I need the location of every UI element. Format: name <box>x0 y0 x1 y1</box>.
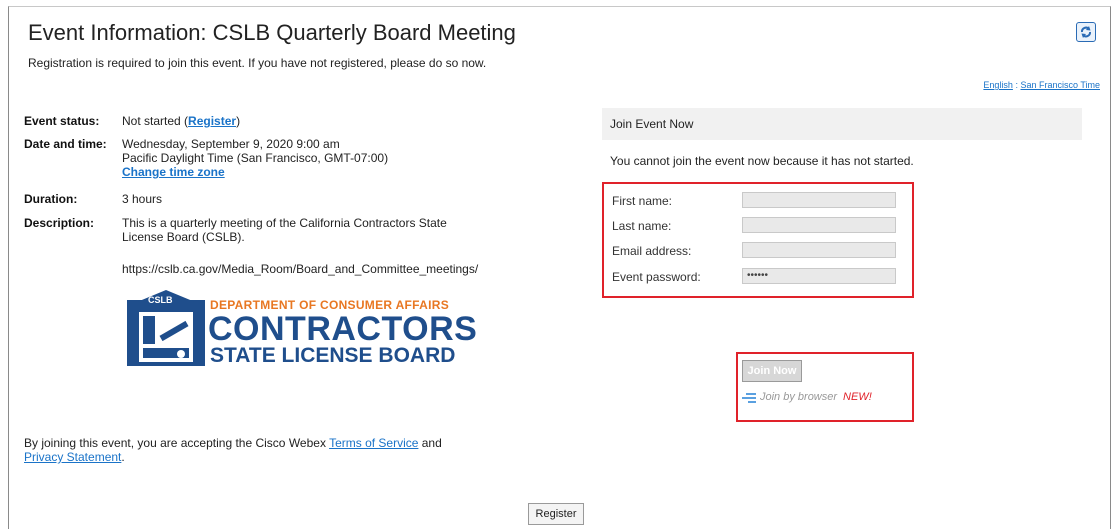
page-title: Event Information: CSLB Quarterly Board … <box>28 20 516 45</box>
timezone-link[interactable]: San Francisco Time <box>1020 80 1100 90</box>
event-password-field[interactable]: •••••• <box>742 268 896 284</box>
status-text: Not started ( <box>122 114 189 128</box>
logo-board-text: STATE LICENSE BOARD <box>210 344 456 367</box>
duration-label: Duration: <box>24 192 78 206</box>
date-time-label: Date and time: <box>24 137 107 151</box>
first-name-field[interactable] <box>742 192 896 208</box>
new-badge: NEW! <box>843 391 872 403</box>
browser-join-icon <box>742 393 756 404</box>
date-line-1: Wednesday, September 9, 2020 9:00 am <box>122 137 340 151</box>
register-button[interactable]: Register <box>528 503 584 525</box>
date-line-2: Pacific Daylight Time (San Francisco, GM… <box>122 151 389 165</box>
event-password-label: Event password: <box>612 270 701 284</box>
not-started-message: You cannot join the event now because it… <box>610 154 914 168</box>
join-event-header: Join Event Now <box>602 108 1082 140</box>
first-name-label: First name: <box>612 194 673 208</box>
description-label: Description: <box>24 216 95 230</box>
join-now-button[interactable]: Join Now <box>742 360 802 382</box>
refresh-icon-graphic <box>1081 26 1091 38</box>
refresh-icon[interactable] <box>1076 22 1096 42</box>
join-by-browser-link[interactable]: Join by browser NEW! <box>742 391 872 404</box>
join-by-browser-text[interactable]: Join by browser <box>760 391 837 403</box>
terms-text-before: By joining this event, you are accepting… <box>24 436 330 450</box>
language-timezone-links: English : San Francisco Time <box>983 80 1100 90</box>
register-link[interactable]: Register <box>188 114 236 128</box>
privacy-statement-link[interactable]: Privacy Statement <box>24 450 121 464</box>
terms-text-and: and <box>418 436 442 450</box>
terms-of-service-link[interactable]: Terms of Service <box>329 436 418 450</box>
change-timezone-text[interactable]: Change time zone <box>122 165 225 179</box>
email-label: Email address: <box>612 244 692 258</box>
last-name-field[interactable] <box>742 217 896 233</box>
event-status-value: Not started (Register) <box>122 114 240 128</box>
event-status-label: Event status: <box>24 114 100 128</box>
terms-text-end: . <box>121 450 125 464</box>
email-field[interactable] <box>742 242 896 258</box>
change-timezone-link[interactable]: Change time zone <box>122 165 225 179</box>
status-close: ) <box>236 114 241 128</box>
description-url: https://cslb.ca.gov/Media_Room/Board_and… <box>122 262 479 276</box>
description-line-1: This is a quarterly meeting of the Calif… <box>122 216 447 230</box>
registration-notice: Registration is required to join this ev… <box>28 56 487 70</box>
language-separator: : <box>1015 80 1018 90</box>
duration-value: 3 hours <box>122 192 163 206</box>
last-name-label: Last name: <box>612 219 672 233</box>
language-link[interactable]: English <box>983 80 1013 90</box>
logo-badge-text: CSLB <box>148 295 173 305</box>
terms-notice: By joining this event, you are accepting… <box>24 436 524 464</box>
description-line-2: License Board (CSLB). <box>122 230 245 244</box>
